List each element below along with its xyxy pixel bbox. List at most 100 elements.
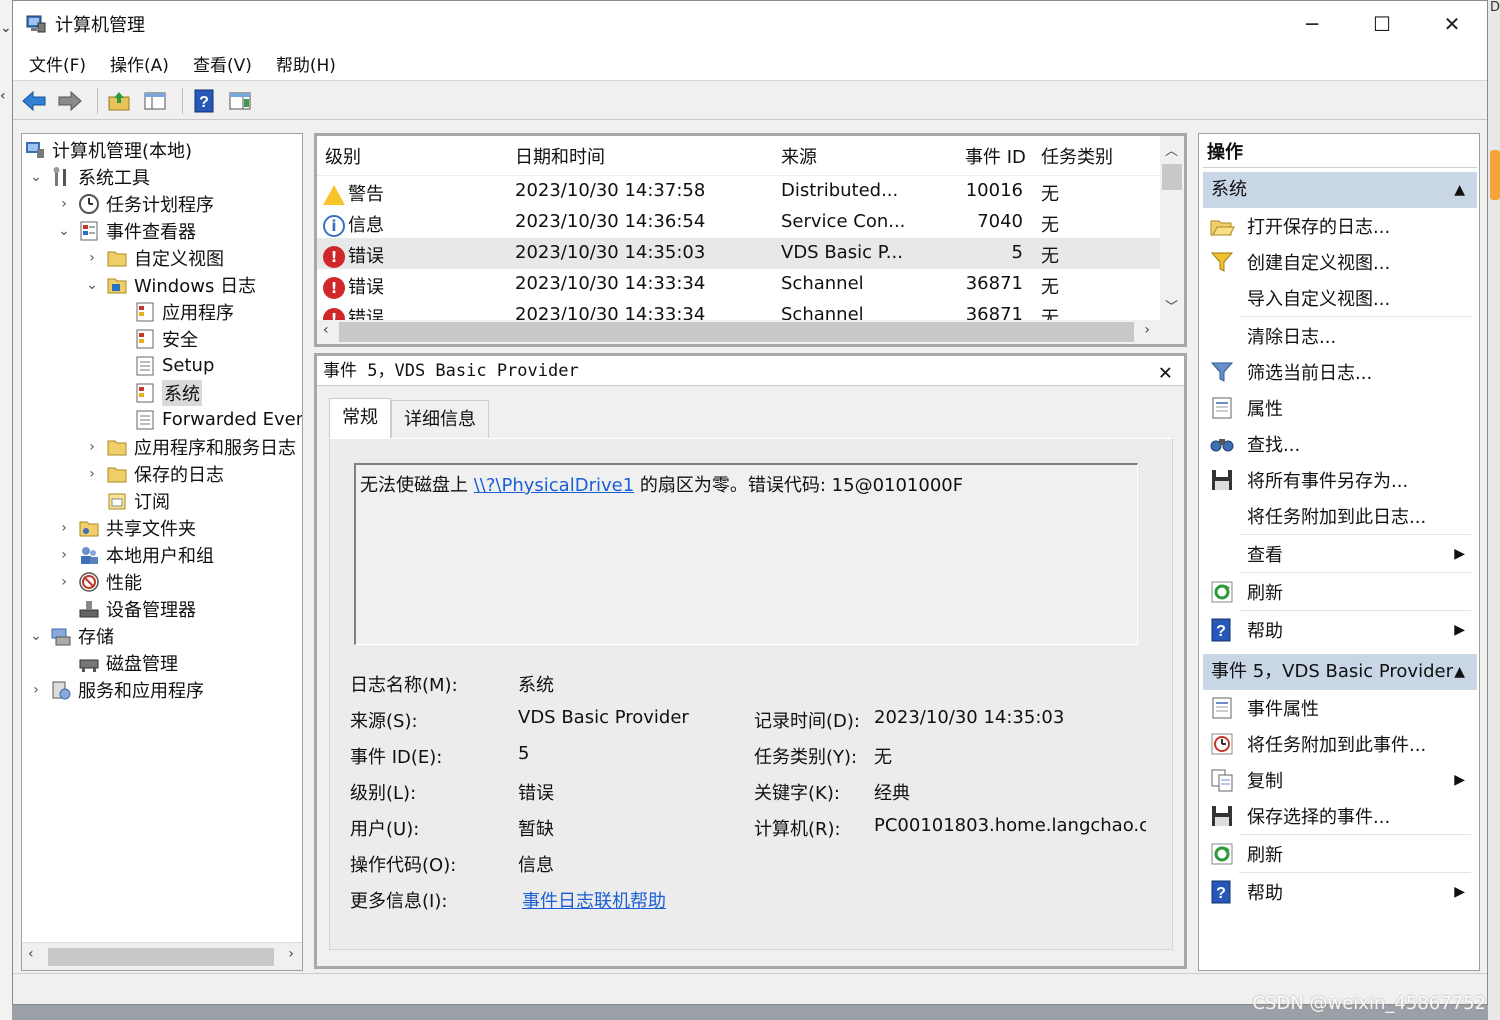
event-row[interactable]: i 信息 2023/10/30 14:36:54 Service Con... 7… — [317, 207, 1163, 238]
action-help[interactable]: ? 帮助 ▶ — [1203, 612, 1469, 648]
tree-item-windows-logs[interactable]: ⌄ Windows 日志 — [84, 271, 256, 298]
tree-item-forwarded-events[interactable]: Forwarded Even — [134, 406, 302, 433]
scroll-left-icon[interactable]: ‹ — [323, 322, 329, 338]
tree-item-app-service-logs[interactable]: › 应用程序和服务日志 — [84, 433, 296, 460]
chevron-down-icon: ⌄ — [0, 20, 12, 36]
action-open-saved-log[interactable]: 打开保存的日志... — [1203, 208, 1469, 244]
help-button[interactable]: ? — [189, 86, 219, 116]
action-find[interactable]: 查找... — [1203, 426, 1469, 462]
action-properties[interactable]: 属性 — [1203, 390, 1469, 426]
toolbar-separator — [182, 87, 183, 114]
tree-item-security[interactable]: 安全 — [134, 325, 198, 352]
scroll-up-icon[interactable]: ︿ — [1165, 140, 1178, 159]
tree-item-device-manager[interactable]: 设备管理器 — [78, 595, 196, 622]
action-help-event[interactable]: ? 帮助 ▶ — [1203, 874, 1469, 910]
tree-item-performance[interactable]: › 性能 — [56, 568, 142, 595]
scroll-right-icon[interactable]: › — [288, 946, 294, 962]
action-attach-task-to-event[interactable]: 将任务附加到此事件... — [1203, 726, 1469, 762]
chevron-right-icon[interactable]: › — [84, 466, 100, 482]
minimize-button[interactable]: ─ — [1277, 1, 1347, 47]
action-refresh-event[interactable]: 刷新 — [1203, 836, 1469, 872]
action-clear-log[interactable]: 清除日志... — [1203, 318, 1469, 354]
collapse-up-icon[interactable]: ▲ — [1454, 172, 1465, 208]
event-list-vertical-scrollbar[interactable]: ︿ ﹀ — [1160, 136, 1184, 320]
forward-button[interactable] — [55, 86, 85, 116]
tree-item-subscriptions[interactable]: 订阅 — [106, 487, 170, 514]
column-header-level[interactable]: 级别 — [325, 143, 361, 169]
tree-item-system-log[interactable]: 系统 — [134, 379, 202, 406]
action-view[interactable]: 查看 ▶ — [1203, 536, 1469, 572]
column-header-source[interactable]: 来源 — [781, 143, 817, 169]
folder-icon — [107, 440, 127, 455]
maximize-button[interactable]: ☐ — [1347, 1, 1417, 47]
action-create-custom-view[interactable]: 创建自定义视图... — [1203, 244, 1469, 280]
close-icon[interactable]: ✕ — [1159, 358, 1172, 388]
action-attach-task-to-log[interactable]: 将任务附加到此日志... — [1203, 498, 1469, 534]
chevron-right-icon[interactable]: › — [56, 196, 72, 212]
up-folder-button[interactable] — [104, 86, 134, 116]
menu-file[interactable]: 文件(F) — [17, 51, 98, 76]
scroll-right-icon[interactable]: › — [1144, 322, 1150, 338]
tree-label: 自定义视图 — [134, 248, 224, 270]
chevron-down-icon[interactable]: ⌄ — [84, 277, 100, 293]
chevron-right-icon[interactable]: › — [56, 547, 72, 563]
chevron-down-icon[interactable]: ⌄ — [56, 223, 72, 239]
event-row[interactable]: ! 错误 2023/10/30 14:33:34 Schannel 36871 无 — [317, 269, 1163, 300]
action-pane-button[interactable] — [225, 86, 255, 116]
column-header-event-id[interactable]: 事件 ID — [965, 143, 1026, 169]
action-save-selected-events[interactable]: 保存选择的事件... — [1203, 798, 1469, 834]
scrollbar-thumb[interactable] — [339, 322, 1134, 342]
menu-help[interactable]: 帮助(H) — [264, 51, 348, 76]
event-message-box[interactable]: 无法使磁盘上 \\?\PhysicalDrive1 的扇区为零。错误代码: 15… — [354, 463, 1138, 645]
actions-section-event[interactable]: 事件 5，VDS Basic Provider ▲ — [1203, 654, 1477, 690]
tree-item-saved-logs[interactable]: › 保存的日志 — [84, 460, 224, 487]
tree-item-application[interactable]: 应用程序 — [134, 298, 234, 325]
scroll-down-icon[interactable]: ﹀ — [1165, 296, 1178, 315]
tree-item-local-users[interactable]: › 本地用户和组 — [56, 541, 214, 568]
event-list-horizontal-scrollbar[interactable]: ‹ › — [317, 320, 1184, 344]
tree-item-custom-views[interactable]: › 自定义视图 — [84, 244, 224, 271]
collapse-up-icon[interactable]: ▲ — [1454, 654, 1465, 690]
action-import-custom-view[interactable]: 导入自定义视图... — [1203, 280, 1469, 316]
tree-horizontal-scrollbar[interactable]: ‹ › — [22, 942, 302, 970]
action-event-properties[interactable]: 事件属性 — [1203, 690, 1469, 726]
chevron-right-icon[interactable]: › — [84, 250, 100, 266]
chevron-down-icon[interactable]: ⌄ — [28, 628, 44, 644]
chevron-right-icon[interactable]: › — [56, 574, 72, 590]
tab-general[interactable]: 常规 — [329, 398, 391, 438]
online-help-link[interactable]: 事件日志联机帮助 — [522, 887, 666, 913]
scroll-left-icon[interactable]: ‹ — [28, 946, 34, 962]
tab-details[interactable]: 详细信息 — [391, 400, 489, 438]
event-row-selected[interactable]: ! 错误 2023/10/30 14:35:03 VDS Basic P... 5… — [317, 238, 1163, 269]
menu-view[interactable]: 查看(V) — [181, 51, 264, 76]
menu-action[interactable]: 操作(A) — [98, 51, 181, 76]
action-refresh[interactable]: 刷新 — [1203, 574, 1469, 610]
back-button[interactable] — [19, 86, 49, 116]
actions-section-system[interactable]: 系统 ▲ — [1203, 172, 1477, 208]
scrollbar-thumb[interactable] — [48, 948, 274, 966]
tree-item-root[interactable]: 计算机管理(本地) — [24, 136, 192, 163]
action-filter-current-log[interactable]: 筛选当前日志... — [1203, 354, 1469, 390]
column-header-task-category[interactable]: 任务类别 — [1041, 143, 1113, 169]
tree-item-system-tools[interactable]: ⌄ 系统工具 — [28, 163, 150, 190]
tree-item-storage[interactable]: ⌄ 存储 — [28, 622, 114, 649]
action-save-all-events[interactable]: 将所有事件另存为... — [1203, 462, 1469, 498]
message-drive-link[interactable]: \\?\PhysicalDrive1 — [474, 475, 634, 496]
tree-item-services-apps[interactable]: › 服务和应用程序 — [28, 676, 204, 703]
chevron-right-icon[interactable]: › — [28, 682, 44, 698]
title-bar[interactable]: 计算机管理 ─ ☐ ✕ — [13, 1, 1487, 47]
chevron-right-icon[interactable]: › — [84, 439, 100, 455]
scrollbar-thumb[interactable] — [1162, 164, 1182, 190]
column-header-datetime[interactable]: 日期和时间 — [515, 143, 605, 169]
chevron-right-icon[interactable]: › — [56, 520, 72, 536]
close-button[interactable]: ✕ — [1417, 1, 1487, 47]
action-copy[interactable]: 复制 ▶ — [1203, 762, 1469, 798]
tree-item-event-viewer[interactable]: ⌄ 事件查看器 — [56, 217, 196, 244]
event-row[interactable]: 警告 2023/10/30 14:37:58 Distributed... 10… — [317, 176, 1163, 207]
show-hide-tree-button[interactable] — [140, 86, 170, 116]
tree-item-setup[interactable]: Setup — [134, 352, 214, 379]
tree-item-task-scheduler[interactable]: › 任务计划程序 — [56, 190, 214, 217]
tree-item-disk-management[interactable]: 磁盘管理 — [78, 649, 178, 676]
tree-item-shared-folders[interactable]: › 共享文件夹 — [56, 514, 196, 541]
chevron-down-icon[interactable]: ⌄ — [28, 169, 44, 185]
